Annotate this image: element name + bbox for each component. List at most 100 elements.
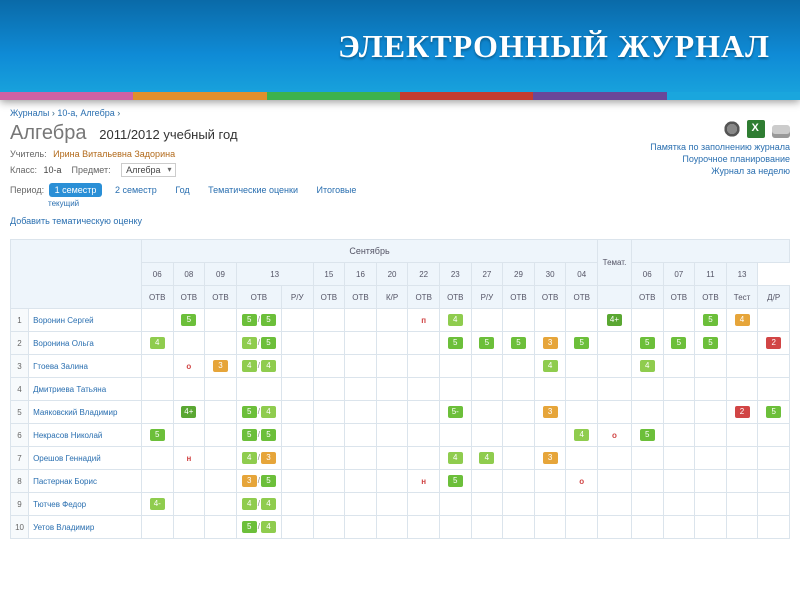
date-header[interactable]: 08 — [173, 263, 205, 286]
grade-cell[interactable]: 5 — [439, 470, 471, 493]
student-name[interactable]: Некрасов Николай — [29, 424, 142, 447]
grade-cell[interactable]: 5/5 — [236, 309, 281, 332]
breadcrumb-root[interactable]: Журналы — [10, 108, 49, 118]
grade-cell[interactable] — [695, 493, 727, 516]
grade-cell[interactable] — [566, 378, 598, 401]
grade-cell[interactable] — [503, 355, 535, 378]
period-thematic[interactable]: Тематические оценки — [202, 183, 304, 197]
grade-cell[interactable] — [631, 470, 663, 493]
grade-cell[interactable] — [471, 401, 503, 424]
grade-cell[interactable]: 5 — [695, 309, 727, 332]
grade-cell[interactable] — [205, 470, 237, 493]
grade-cell[interactable] — [566, 493, 598, 516]
period-2sem[interactable]: 2 семестр — [109, 183, 163, 197]
grade-cell[interactable]: 4 — [726, 309, 758, 332]
grade-cell[interactable] — [408, 493, 440, 516]
grade-cell[interactable] — [345, 355, 377, 378]
grade-cell[interactable]: 5 — [758, 401, 790, 424]
grade-cell[interactable] — [471, 309, 503, 332]
student-name[interactable]: Маяковский Владимир — [29, 401, 142, 424]
grade-cell[interactable] — [313, 493, 345, 516]
grade-cell[interactable] — [503, 424, 535, 447]
grade-cell[interactable]: 4 — [141, 332, 173, 355]
grade-cell[interactable] — [631, 309, 663, 332]
grade-cell[interactable] — [141, 401, 173, 424]
grade-cell[interactable]: 4/5 — [236, 332, 281, 355]
grade-cell[interactable] — [726, 447, 758, 470]
grade-cell[interactable] — [566, 355, 598, 378]
grade-cell[interactable] — [281, 355, 313, 378]
grade-cell[interactable] — [313, 355, 345, 378]
grade-cell[interactable]: 5 — [663, 332, 695, 355]
grade-cell[interactable] — [141, 378, 173, 401]
date-header[interactable]: 20 — [376, 263, 408, 286]
grade-cell[interactable] — [281, 378, 313, 401]
grade-cell[interactable] — [376, 493, 408, 516]
grade-cell[interactable] — [534, 378, 566, 401]
export-excel-icon[interactable] — [747, 120, 765, 138]
grade-cell[interactable]: 4/4 — [236, 493, 281, 516]
grade-cell[interactable] — [598, 447, 632, 470]
grade-cell[interactable] — [345, 470, 377, 493]
grade-cell[interactable] — [141, 355, 173, 378]
grade-cell[interactable] — [345, 309, 377, 332]
grade-cell[interactable] — [471, 516, 503, 539]
grade-cell[interactable] — [503, 309, 535, 332]
period-year-btn[interactable]: Год — [169, 183, 195, 197]
grade-cell[interactable] — [439, 493, 471, 516]
grade-cell[interactable] — [758, 355, 790, 378]
date-header[interactable]: 16 — [345, 263, 377, 286]
grade-cell[interactable] — [726, 332, 758, 355]
grade-cell[interactable]: 5 — [141, 424, 173, 447]
grade-cell[interactable] — [726, 424, 758, 447]
grade-cell[interactable] — [534, 470, 566, 493]
grade-cell[interactable] — [376, 447, 408, 470]
grade-cell[interactable] — [141, 470, 173, 493]
grade-cell[interactable] — [281, 424, 313, 447]
grade-cell[interactable] — [726, 470, 758, 493]
grade-cell[interactable] — [345, 424, 377, 447]
date-header[interactable]: 06 — [141, 263, 173, 286]
grade-cell[interactable] — [376, 378, 408, 401]
add-thematic-link[interactable]: Добавить тематическую оценку — [10, 216, 142, 226]
grade-cell[interactable] — [663, 516, 695, 539]
student-name[interactable]: Воронина Ольга — [29, 332, 142, 355]
grade-cell[interactable] — [663, 355, 695, 378]
grade-cell[interactable] — [408, 516, 440, 539]
date-header[interactable]: 13 — [726, 263, 758, 286]
student-name[interactable]: Дмитриева Татьяна — [29, 378, 142, 401]
grade-cell[interactable] — [376, 401, 408, 424]
grade-cell[interactable] — [313, 447, 345, 470]
grade-cell[interactable] — [631, 493, 663, 516]
grade-cell[interactable] — [408, 424, 440, 447]
grade-cell[interactable] — [205, 309, 237, 332]
date-header[interactable]: 22 — [408, 263, 440, 286]
grade-cell[interactable]: 4 — [534, 355, 566, 378]
grade-cell[interactable] — [281, 447, 313, 470]
grade-cell[interactable]: 5/4 — [236, 516, 281, 539]
grade-cell[interactable] — [503, 447, 535, 470]
grade-cell[interactable] — [566, 516, 598, 539]
grade-cell[interactable] — [598, 378, 632, 401]
grade-cell[interactable] — [758, 309, 790, 332]
link-lesson-planning[interactable]: Поурочное планирование — [650, 154, 790, 164]
grade-cell[interactable] — [313, 309, 345, 332]
grade-cell[interactable] — [663, 447, 695, 470]
grade-cell[interactable] — [471, 493, 503, 516]
grade-cell[interactable]: о — [173, 355, 205, 378]
grade-cell[interactable] — [439, 355, 471, 378]
grade-cell[interactable] — [631, 401, 663, 424]
teacher-name[interactable]: Ирина Витальевна Задорина — [53, 149, 175, 159]
grade-cell[interactable]: 5- — [439, 401, 471, 424]
grade-cell[interactable] — [313, 401, 345, 424]
grade-cell[interactable] — [598, 332, 632, 355]
grade-cell[interactable] — [141, 516, 173, 539]
grade-cell[interactable] — [663, 470, 695, 493]
period-1sem[interactable]: 1 семестр — [49, 183, 103, 197]
student-name[interactable]: Гтоева Залина — [29, 355, 142, 378]
grade-cell[interactable] — [345, 493, 377, 516]
grade-cell[interactable] — [758, 470, 790, 493]
grade-cell[interactable] — [695, 470, 727, 493]
grade-cell[interactable] — [376, 516, 408, 539]
grade-cell[interactable]: 2 — [726, 401, 758, 424]
